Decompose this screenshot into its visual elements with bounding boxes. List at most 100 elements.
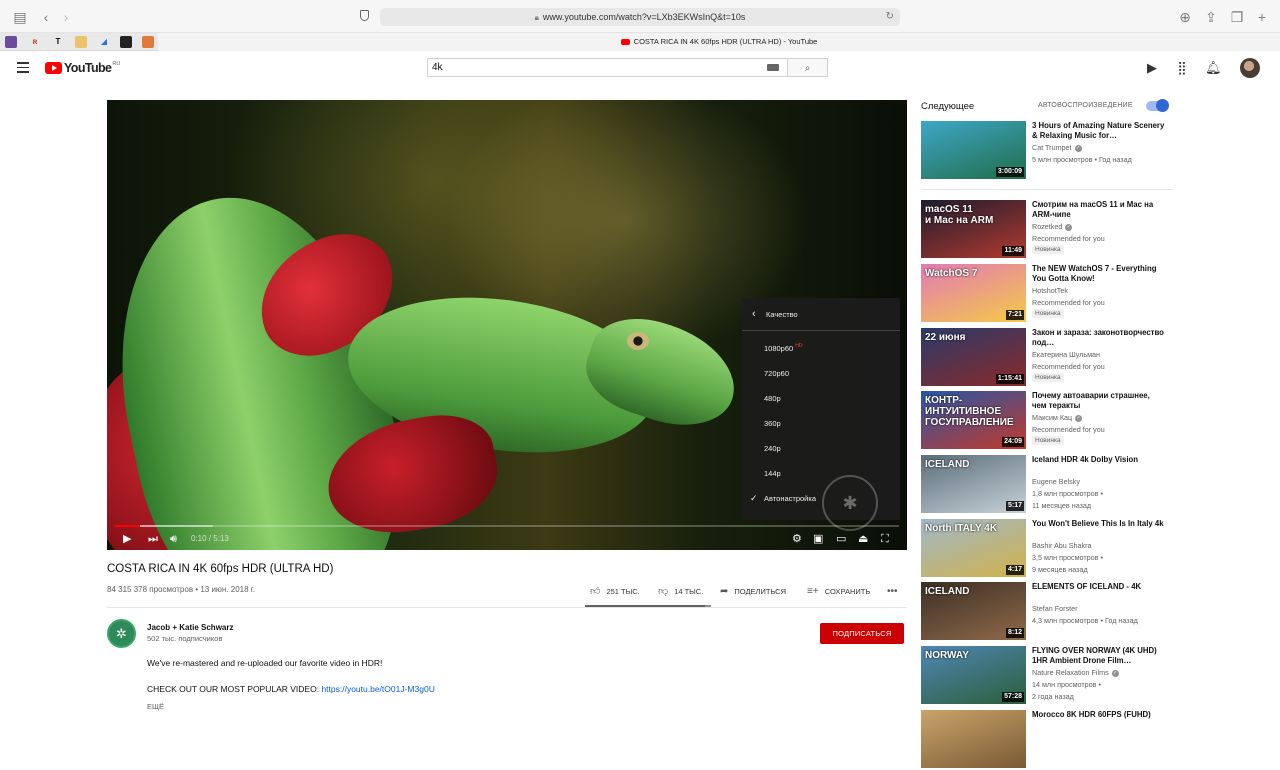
forward-icon[interactable]: › bbox=[58, 9, 74, 25]
new-tab-icon[interactable]: + bbox=[1254, 9, 1270, 25]
favorite-icon-4[interactable] bbox=[75, 36, 87, 48]
recommended-video-title[interactable]: Morocco 8K HDR 60FPS (FUHD) bbox=[1032, 710, 1166, 720]
back-icon[interactable]: ‹ bbox=[38, 9, 54, 25]
description-link[interactable]: https://youtu.be/tO01J-M3g0U bbox=[321, 684, 434, 694]
search-button[interactable]: ⌕ bbox=[788, 58, 828, 77]
reload-icon[interactable]: ↻ bbox=[886, 8, 894, 26]
keyboard-icon[interactable] bbox=[767, 64, 779, 71]
recommended-video[interactable]: North ITALY 4K 4:17 You Won't Believe This… bbox=[921, 519, 1181, 579]
channel-avatar[interactable]: ✲ bbox=[107, 619, 136, 648]
video-title: COSTA RICA IN 4K 60fps HDR (ULTRA HD) bbox=[107, 563, 334, 575]
tabs-overview-icon[interactable]: ❐ bbox=[1229, 9, 1245, 25]
video-player[interactable]: ‹ Качество 1080p60 HD 720p60 480p 360p 240p 14… bbox=[107, 100, 907, 550]
settings-gear-icon[interactable]: ⚙ bbox=[792, 532, 802, 546]
time-display: 0:10 / 5:13 bbox=[191, 534, 229, 543]
active-tab[interactable]: COSTA RICA IN 4K 60fps HDR (ULTRA HD) - … bbox=[158, 33, 1280, 51]
recommended-video[interactable]: ICELAND 8:12 ELEMENTS OF ICELAND - 4K Stefa… bbox=[921, 582, 1181, 642]
volume-icon[interactable]: 🔊︎ bbox=[170, 532, 177, 546]
quality-option[interactable]: 1080p60 HD bbox=[742, 336, 900, 361]
new-badge: Новинка bbox=[1032, 245, 1064, 254]
favorite-icon-5[interactable]: ◢ bbox=[98, 36, 110, 48]
channel-name: HotshotTek bbox=[1032, 286, 1068, 295]
favorite-icon-1[interactable] bbox=[5, 36, 17, 48]
account-avatar[interactable] bbox=[1240, 58, 1260, 78]
recommended-video[interactable]: NORWAY 57:28 FLYING OVER NORWAY (4K UHD) 1… bbox=[921, 646, 1181, 706]
video-thumbnail[interactable]: ICELAND 8:12 bbox=[921, 582, 1026, 640]
autoplay-toggle[interactable] bbox=[1146, 99, 1169, 112]
video-thumbnail[interactable]: macOS 11 и Mac на ARM 11:49 bbox=[921, 200, 1026, 258]
video-thumbnail[interactable]: North ITALY 4K 4:17 bbox=[921, 519, 1026, 577]
recommended-video-title[interactable]: Iceland HDR 4k Dolby Vision bbox=[1032, 455, 1166, 465]
favorite-icon-3[interactable]: T bbox=[52, 36, 64, 48]
quality-menu-back[interactable]: ‹ Качество bbox=[742, 298, 900, 331]
recommended-video-title[interactable]: You Won't Believe This Is In Italy 4k bbox=[1032, 519, 1166, 529]
recommended-channel[interactable]: Cat Trumpet ✓ bbox=[1032, 143, 1082, 152]
recommended-channel[interactable]: Максим Кац ✓ bbox=[1032, 413, 1083, 422]
recommended-video[interactable]: ICELAND 5:17 Iceland HDR 4k Dolby Vision Eu… bbox=[921, 455, 1181, 515]
favorite-icon-7[interactable] bbox=[142, 36, 154, 48]
notifications-bell-icon[interactable]: 🔔︎ bbox=[1205, 61, 1222, 75]
play-button[interactable]: ▶ bbox=[123, 532, 131, 546]
recommended-channel[interactable]: Rozetked ✓ bbox=[1032, 222, 1073, 231]
channel-name[interactable]: Jacob + Katie Schwarz bbox=[147, 623, 233, 632]
save-button[interactable]: ≡+ СОХРАНИТЬ bbox=[807, 585, 870, 597]
favorite-icon-2[interactable]: ʀ bbox=[29, 36, 41, 48]
recommended-channel[interactable]: HotshotTek bbox=[1032, 286, 1068, 295]
video-thumbnail[interactable]: ICELAND 5:17 bbox=[921, 455, 1026, 513]
recommended-channel[interactable]: Eugene Belsky bbox=[1032, 477, 1080, 486]
privacy-shield-icon[interactable] bbox=[360, 10, 369, 21]
quality-option[interactable]: 144p bbox=[742, 461, 900, 486]
video-thumbnail[interactable]: NORWAY 57:28 bbox=[921, 646, 1026, 704]
recommended-video[interactable]: КОНТР-ИНТУИТИВНОЕ ГОСУПРАВЛЕНИЕ 24:09 Поче… bbox=[921, 391, 1181, 451]
download-icon[interactable]: ⊕ bbox=[1177, 9, 1193, 25]
video-thumbnail[interactable]: WatchOS 7 7:21 bbox=[921, 264, 1026, 322]
recommended-video[interactable]: Morocco 8K HDR 60FPS (FUHD) bbox=[921, 710, 1181, 770]
recommended-video-title[interactable]: The NEW WatchOS 7 - Everything You Gotta… bbox=[1032, 264, 1166, 284]
miniplayer-icon[interactable]: ▣ bbox=[813, 532, 823, 546]
create-video-icon[interactable]: ▶︎ bbox=[1145, 61, 1159, 75]
recommended-video[interactable]: 3:00:09 3 Hours of Amazing Nature Scenery… bbox=[921, 121, 1181, 181]
recommended-video-title[interactable]: FLYING OVER NORWAY (4K UHD) 1HR Ambient … bbox=[1032, 646, 1166, 666]
recommended-video-title[interactable]: Закон и зараза: законотворчество под… bbox=[1032, 328, 1166, 348]
recommended-video-title[interactable]: 3 Hours of Amazing Nature Scenery & Rela… bbox=[1032, 121, 1166, 141]
video-thumbnail[interactable]: 3:00:09 bbox=[921, 121, 1026, 179]
share-icon[interactable]: ⇪ bbox=[1203, 9, 1219, 25]
youtube-logo[interactable]: YouTube RU bbox=[45, 61, 120, 75]
next-button[interactable]: ⏭︎ bbox=[148, 532, 158, 546]
recommended-video-title[interactable]: ELEMENTS OF ICELAND - 4K bbox=[1032, 582, 1166, 592]
apps-grid-icon[interactable]: ⣿ bbox=[1175, 61, 1189, 75]
channel-watermark-icon[interactable]: ✱ bbox=[822, 475, 878, 531]
subscribe-button[interactable]: ПОДПИСАТЬСЯ bbox=[820, 623, 904, 644]
recommended-channel[interactable]: Stefan Forster bbox=[1032, 604, 1078, 613]
address-bar[interactable]: 🔒︎ www.youtube.com/watch?v=LXb3EKWsInQ&t=… bbox=[380, 8, 900, 26]
quality-option[interactable]: 480p bbox=[742, 386, 900, 411]
menu-icon[interactable] bbox=[17, 62, 29, 73]
progress-bar[interactable] bbox=[115, 525, 899, 527]
video-thumbnail[interactable]: КОНТР-ИНТУИТИВНОЕ ГОСУПРАВЛЕНИЕ 24:09 bbox=[921, 391, 1026, 449]
quality-option[interactable]: 720p60 bbox=[742, 361, 900, 386]
favorite-icon-6[interactable] bbox=[120, 36, 132, 48]
recommended-video-title[interactable]: Смотрим на macOS 11 и Mac на ARM-чипе bbox=[1032, 200, 1166, 220]
recommended-video-title[interactable]: Почему автоаварии страшнее, чем теракты bbox=[1032, 391, 1166, 411]
dislike-button[interactable]: 👎︎ 14 ТЫС. bbox=[658, 585, 703, 597]
video-thumbnail[interactable] bbox=[921, 710, 1026, 768]
recommended-channel[interactable]: Nature Relaxation Films ✓ bbox=[1032, 668, 1119, 677]
video-thumbnail[interactable]: 22 июня 1:15:41 bbox=[921, 328, 1026, 386]
search-input[interactable]: 4k bbox=[427, 58, 788, 77]
recommended-video[interactable]: WatchOS 7 7:21 The NEW WatchOS 7 - Everyth… bbox=[921, 264, 1181, 324]
quality-menu: ‹ Качество 1080p60 HD 720p60 480p 360p 240p 14… bbox=[742, 298, 900, 520]
like-button[interactable]: 👍︎ 251 ТЫС. bbox=[590, 585, 640, 597]
show-more-button[interactable]: ЕЩЁ bbox=[147, 702, 164, 711]
share-button[interactable]: ➦ ПОДЕЛИТЬСЯ bbox=[720, 585, 786, 597]
recommended-channel[interactable]: Bashir Abu Shakra bbox=[1032, 541, 1092, 550]
quality-option[interactable]: 240p bbox=[742, 436, 900, 461]
quality-option[interactable]: 360p bbox=[742, 411, 900, 436]
recommended-video[interactable]: macOS 11 и Mac на ARM 11:49 Смотрим на mac… bbox=[921, 200, 1181, 260]
theater-mode-icon[interactable]: ▭ bbox=[836, 532, 846, 546]
recommended-video[interactable]: 22 июня 1:15:41 Закон и зараза: законотвор… bbox=[921, 328, 1181, 388]
more-actions-button[interactable]: ••• bbox=[887, 585, 898, 597]
airplay-icon[interactable]: ⏏︎ bbox=[858, 532, 868, 546]
recommended-channel[interactable]: Екатерина Шульман bbox=[1032, 350, 1100, 359]
fullscreen-icon[interactable]: ⛶ bbox=[881, 532, 889, 546]
sidebar-toggle-icon[interactable]: ▤ bbox=[12, 9, 28, 25]
